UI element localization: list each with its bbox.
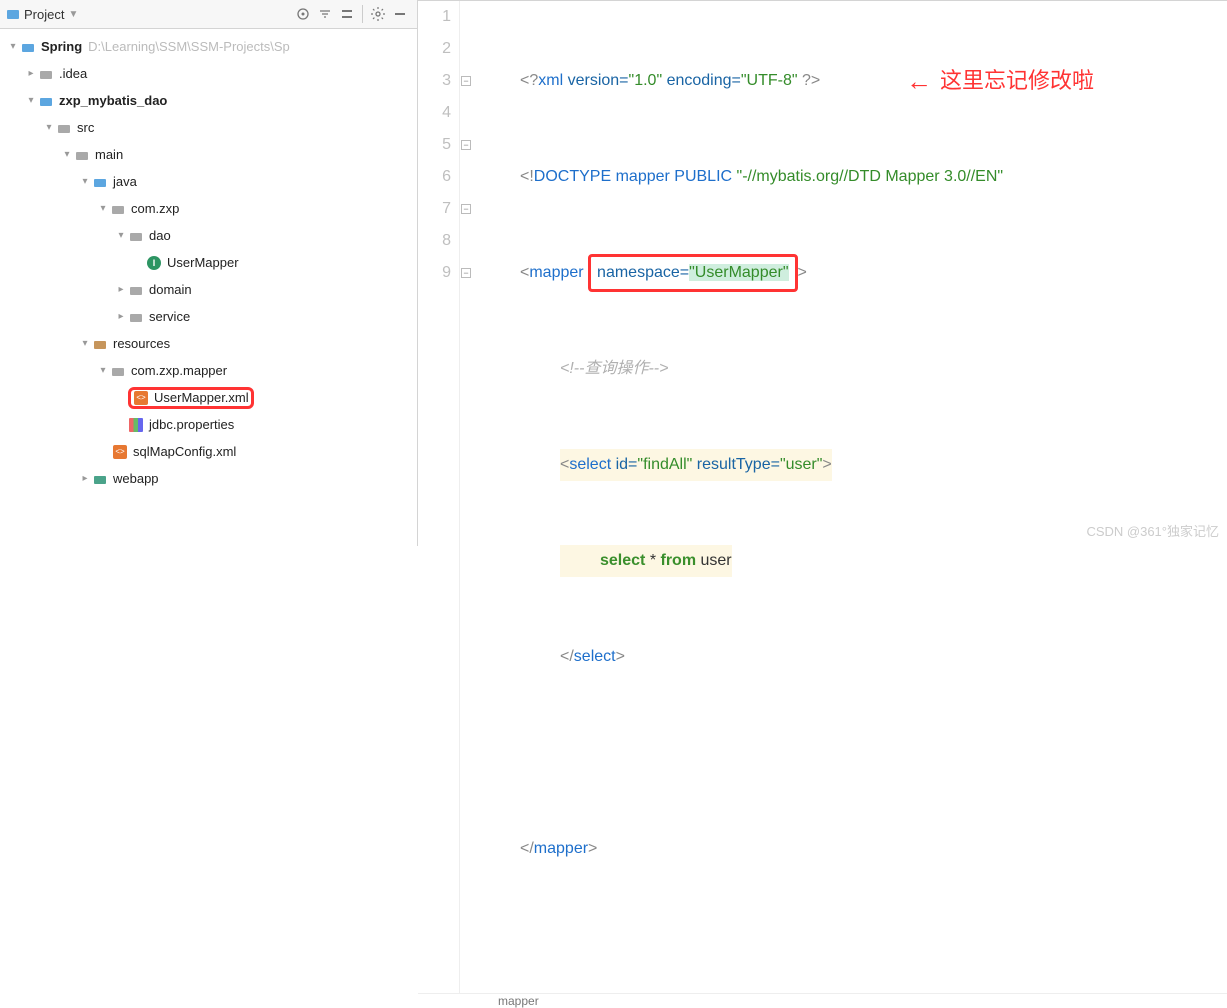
project-panel-header: Project ▼ xyxy=(0,0,417,29)
code-line: </select> xyxy=(480,641,1227,673)
breadcrumb-bar[interactable]: mapper xyxy=(418,993,1227,1008)
code-line: <?xml version="1.0" encoding="UTF-8" ?> xyxy=(480,65,1227,97)
code-line xyxy=(480,737,1227,769)
settings-gear-icon[interactable] xyxy=(367,3,389,25)
hide-panel-icon[interactable] xyxy=(389,3,411,25)
expand-all-icon[interactable] xyxy=(314,3,336,25)
code-line: <mapper namespace="UserMapper"> xyxy=(480,257,1227,289)
tree-item-usermapper-xml[interactable]: <> UserMapper.xml xyxy=(0,384,417,411)
editor-area: I UserMapper.java × C ServiceDemo.java ×… xyxy=(418,0,1227,546)
tree-item-service[interactable]: ▸ service xyxy=(0,303,417,330)
code-editor[interactable]: 1 2 3 4 5 6 7 8 9 − − − − <?xml version=… xyxy=(418,1,1227,993)
annotation-text: 这里忘记修改啦 xyxy=(940,65,1094,97)
project-tree[interactable]: ▾ Spring D:\Learning\SSM\SSM-Projects\Sp… xyxy=(0,29,417,546)
project-tool-window: Project ▼ ▾ Spring D:\Learning\SSM\SSM-P… xyxy=(0,0,418,546)
tree-item-sqlmapconfig[interactable]: <> sqlMapConfig.xml xyxy=(0,438,417,465)
fold-toggle-icon[interactable]: − xyxy=(461,268,471,278)
tree-item-webapp[interactable]: ▸ webapp xyxy=(0,465,417,492)
code-line: <!--查询操作--> xyxy=(480,353,1227,385)
fold-gutter: − − − − xyxy=(460,1,474,993)
tree-item-module[interactable]: ▾ zxp_mybatis_dao xyxy=(0,87,417,114)
collapse-all-icon[interactable] xyxy=(336,3,358,25)
properties-file-icon xyxy=(129,418,143,432)
line-number-gutter: 1 2 3 4 5 6 7 8 9 xyxy=(418,1,460,993)
select-opened-file-icon[interactable] xyxy=(292,3,314,25)
tree-item-dao[interactable]: ▾ dao xyxy=(0,222,417,249)
tree-item-java[interactable]: ▾ java xyxy=(0,168,417,195)
fold-toggle-icon[interactable]: − xyxy=(461,76,471,86)
code-content[interactable]: <?xml version="1.0" encoding="UTF-8" ?> … xyxy=(474,1,1227,993)
xml-file-icon: <> xyxy=(134,391,148,405)
root-path: D:\Learning\SSM\SSM-Projects\Sp xyxy=(88,39,290,54)
annotation-callout: ← 这里忘记修改啦 xyxy=(906,65,1094,97)
code-line: </mapper> xyxy=(480,833,1227,865)
arrow-left-icon: ← xyxy=(906,65,932,97)
tree-item-mapper-pkg[interactable]: ▾ com.zxp.mapper xyxy=(0,357,417,384)
code-line: select * from user xyxy=(480,545,1227,577)
tree-root[interactable]: ▾ Spring D:\Learning\SSM\SSM-Projects\Sp xyxy=(0,33,417,60)
project-icon xyxy=(6,7,20,21)
project-panel-title[interactable]: Project ▼ xyxy=(6,7,78,22)
tree-item-resources[interactable]: ▾ resources xyxy=(0,330,417,357)
tree-item-src[interactable]: ▾ src xyxy=(0,114,417,141)
tree-item-idea[interactable]: ▸ .idea xyxy=(0,60,417,87)
tree-item-jdbc-properties[interactable]: jdbc.properties xyxy=(0,411,417,438)
root-label: Spring xyxy=(41,39,82,54)
separator xyxy=(362,5,363,23)
tree-item-main[interactable]: ▾ main xyxy=(0,141,417,168)
interface-icon: I xyxy=(147,256,161,270)
code-line: <select id="findAll" resultType="user"> xyxy=(480,449,1227,481)
tree-item-package[interactable]: ▾ com.zxp xyxy=(0,195,417,222)
tree-item-domain[interactable]: ▸ domain xyxy=(0,276,417,303)
tree-item-usermapper-interface[interactable]: I UserMapper xyxy=(0,249,417,276)
fold-toggle-icon[interactable]: − xyxy=(461,204,471,214)
code-line: <!DOCTYPE mapper PUBLIC "-//mybatis.org/… xyxy=(480,161,1227,193)
fold-toggle-icon[interactable]: − xyxy=(461,140,471,150)
xml-file-icon: <> xyxy=(113,445,127,459)
